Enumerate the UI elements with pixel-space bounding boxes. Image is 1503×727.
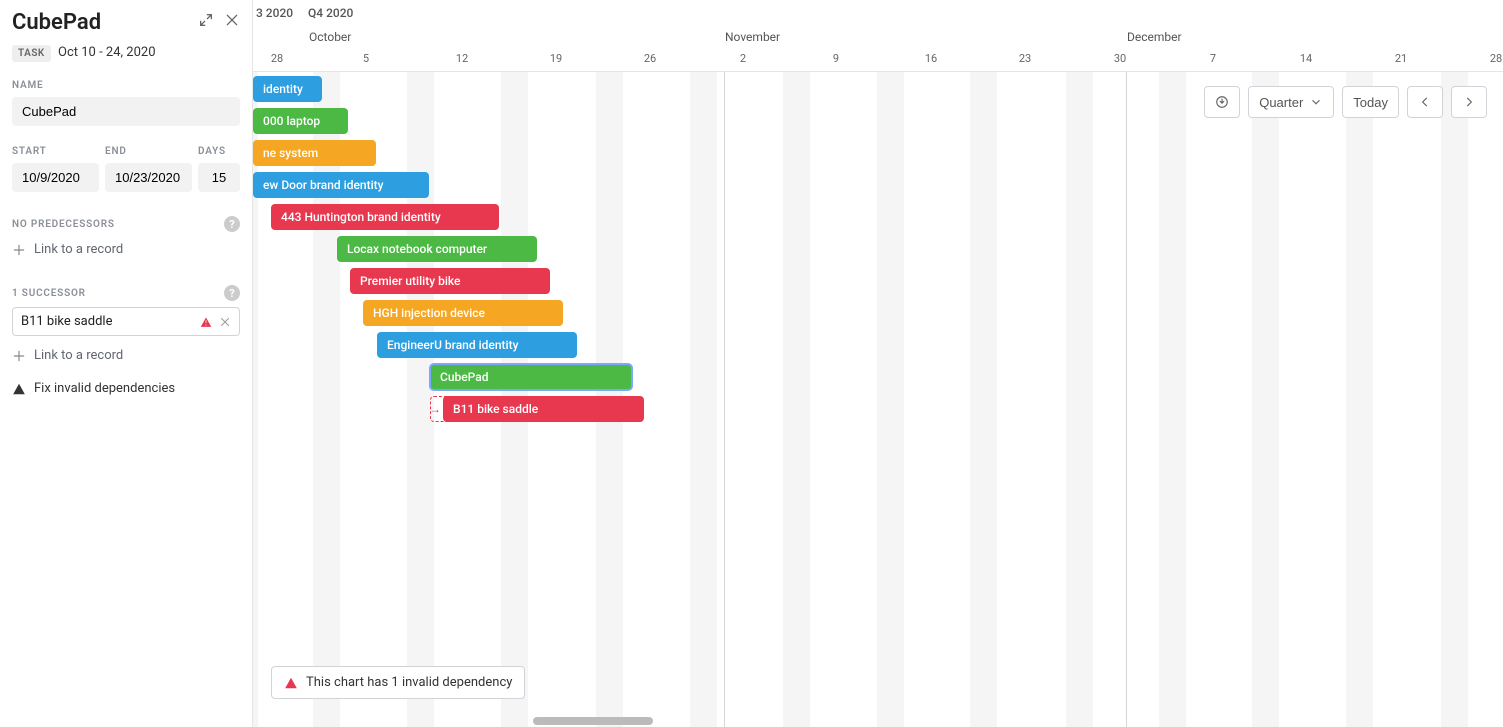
name-label: NAME [12, 80, 240, 91]
link-record-label: Link to a record [34, 348, 123, 363]
days-input[interactable] [198, 163, 240, 192]
warning-icon [284, 676, 298, 690]
task-title: CubePad [12, 10, 200, 35]
day-label: 7 [1210, 52, 1216, 65]
invalid-dependency-banner[interactable]: This chart has 1 invalid dependency [271, 666, 525, 699]
zoom-select[interactable]: Quarter [1248, 86, 1334, 118]
day-label: 9 [833, 52, 839, 65]
gantt-bar[interactable]: 443 Huntington brand identity [271, 204, 499, 230]
gantt-bar[interactable]: HGH injection device [363, 300, 563, 326]
timeline-header: 3 2020 Q4 2020 October November December 28… [253, 0, 1503, 72]
successors-header: 1 SUCCESSOR [12, 288, 86, 299]
start-label: START [12, 146, 99, 157]
gantt-bar[interactable]: identity [253, 76, 322, 102]
gantt-bar[interactable]: Locax notebook computer [337, 236, 537, 262]
day-label: 21 [1395, 52, 1407, 65]
chevron-left-icon [1418, 95, 1432, 109]
chevron-right-icon [1462, 95, 1476, 109]
gantt-bar[interactable]: CubePad [430, 364, 632, 390]
fix-dependencies-label: Fix invalid dependencies [34, 381, 175, 396]
task-date-summary: Oct 10 - 24, 2020 [58, 45, 156, 60]
days-label: DAYS [198, 146, 240, 157]
horizontal-scrollbar[interactable] [533, 717, 653, 725]
quarter-label: 3 2020 [256, 6, 293, 20]
gantt-bar[interactable]: Premier utility bike [350, 268, 550, 294]
day-label: 12 [456, 52, 468, 65]
warning-banner-text: This chart has 1 invalid dependency [306, 675, 512, 690]
dependency-arrow-icon: → [428, 402, 442, 416]
remove-chip-icon[interactable] [219, 316, 231, 328]
day-label: 14 [1300, 52, 1312, 65]
today-label: Today [1353, 95, 1388, 110]
bars-layer: identity 000 laptop ne system ew Door brand… [253, 72, 1503, 727]
scroll-right-button[interactable] [1451, 86, 1487, 118]
name-input[interactable] [12, 97, 240, 126]
day-label: 5 [363, 52, 369, 65]
chevron-down-icon [1309, 95, 1323, 109]
end-input[interactable] [105, 163, 192, 192]
successor-chip[interactable]: B11 bike saddle [12, 307, 240, 336]
warning-icon [199, 315, 213, 329]
day-label: 23 [1019, 52, 1031, 65]
download-button[interactable] [1204, 86, 1240, 118]
day-label: 19 [550, 52, 562, 65]
fix-dependencies-button[interactable]: Fix invalid dependencies [12, 381, 240, 396]
gantt-bar[interactable]: ew Door brand identity [253, 172, 429, 198]
today-button[interactable]: Today [1342, 86, 1399, 118]
link-predecessor-button[interactable]: Link to a record [12, 238, 240, 261]
gantt-bar[interactable]: B11 bike saddle [443, 396, 644, 422]
month-label: October [309, 30, 351, 44]
timeline-controls: Quarter Today [1204, 86, 1487, 118]
link-successor-button[interactable]: Link to a record [12, 344, 240, 367]
link-record-label: Link to a record [34, 242, 123, 257]
day-label: 26 [644, 52, 656, 65]
day-label: 16 [925, 52, 937, 65]
start-input[interactable] [12, 163, 99, 192]
zoom-select-label: Quarter [1259, 95, 1303, 110]
successor-chip-label: B11 bike saddle [21, 314, 112, 329]
expand-icon[interactable] [198, 12, 214, 32]
task-type-badge: TASK [12, 45, 51, 62]
quarter-label: Q4 2020 [308, 6, 353, 20]
day-label: 28 [1490, 52, 1502, 65]
predecessors-header: NO PREDECESSORS [12, 219, 115, 230]
day-label: 30 [1114, 52, 1126, 65]
scroll-left-button[interactable] [1407, 86, 1443, 118]
close-icon[interactable] [224, 12, 240, 32]
gantt-chart[interactable]: 3 2020 Q4 2020 October November December 28… [253, 0, 1503, 727]
end-label: END [105, 146, 192, 157]
month-label: November [725, 30, 780, 44]
day-label: 2 [740, 52, 746, 65]
gantt-bar[interactable]: ne system [253, 140, 376, 166]
day-label: 28 [271, 52, 283, 65]
help-icon[interactable]: ? [224, 285, 240, 301]
gantt-bar[interactable]: EngineerU brand identity [377, 332, 577, 358]
warning-icon [12, 382, 26, 396]
task-detail-panel: CubePad TASK Oct 10 - 24, 2020 NAME STAR… [0, 0, 253, 727]
gantt-bar[interactable]: 000 laptop [253, 108, 348, 134]
help-icon[interactable]: ? [224, 216, 240, 232]
month-label: December [1127, 30, 1182, 44]
